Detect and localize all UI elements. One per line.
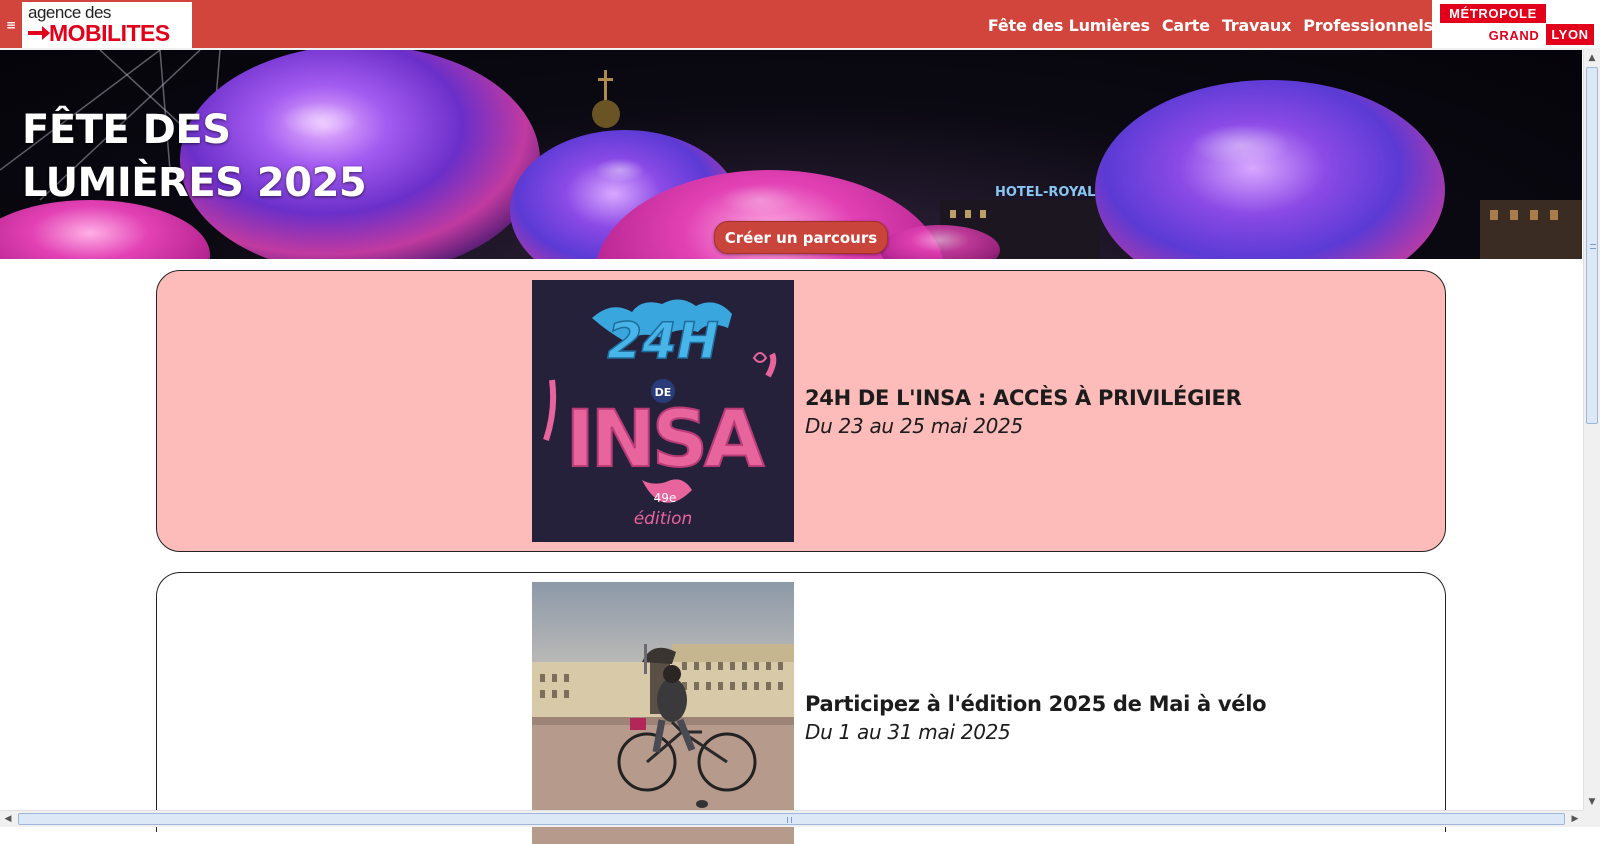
insa-edition-number: 49e xyxy=(654,491,677,505)
event-card-text: 24H DE L'INSA : ACCÈS À PRIVILÉGIER Du 2… xyxy=(805,384,1242,440)
grip-icon xyxy=(1590,244,1596,249)
metropole-grand-lyon-logo[interactable]: MÉTROPOLE GRAND LYON xyxy=(1432,0,1600,48)
agence-des-mobilites-logo[interactable]: agence des MOBILITES xyxy=(22,2,192,48)
nav-link-carte[interactable]: Carte xyxy=(1162,16,1210,35)
insa-main-text: INSA xyxy=(566,395,764,485)
cyclist-photo xyxy=(532,582,794,844)
insa-edition-text: édition xyxy=(634,509,693,529)
main-nav: Fête des Lumières Carte Travaux Professi… xyxy=(988,0,1433,50)
hamburger-menu-icon[interactable]: ≡ xyxy=(0,2,22,48)
event-card-mai-a-velo[interactable]: Participez à l'édition 2025 de Mai à vél… xyxy=(156,572,1446,844)
event-card-insa[interactable]: 24H DE INSA 49e édition 24H DE L'INSA : … xyxy=(156,270,1446,552)
insa-logo-illustration: 24H DE INSA 49e édition xyxy=(532,280,794,542)
arrow-down-icon[interactable]: ▼ xyxy=(1584,794,1600,810)
top-nav-bar: ≡ agence des MOBILITES Fête des Lumières… xyxy=(0,0,1600,50)
scrollbar-corner xyxy=(1583,810,1600,827)
logo-line-2: MOBILITES xyxy=(28,20,186,46)
arrow-left-icon[interactable]: ◀ xyxy=(0,811,16,827)
grand-label: GRAND xyxy=(1488,27,1540,43)
logo-arrow-icon xyxy=(28,26,50,40)
hero-title: FÊTE DES LUMIÈRES 2025 xyxy=(22,107,367,206)
nav-link-travaux[interactable]: Travaux xyxy=(1222,16,1292,35)
event-title[interactable]: Participez à l'édition 2025 de Mai à vél… xyxy=(805,690,1267,718)
arrow-right-icon[interactable]: ▶ xyxy=(1567,811,1583,827)
lyon-label: LYON xyxy=(1546,24,1594,45)
horizontal-scroll-thumb[interactable] xyxy=(18,813,1565,825)
event-date: Du 1 au 31 mai 2025 xyxy=(805,720,1011,744)
arrow-up-icon[interactable]: ▲ xyxy=(1584,50,1600,66)
mai-a-velo-image xyxy=(532,582,794,844)
vertical-scroll-thumb[interactable] xyxy=(1586,67,1598,424)
insa-24h-text: 24H xyxy=(607,312,718,370)
event-card-text: Participez à l'édition 2025 de Mai à vél… xyxy=(805,690,1267,746)
horizontal-scrollbar[interactable]: ◀ ▶ xyxy=(0,810,1583,827)
hero-banner: HOTEL-ROYAL FÊTE DES LUMIÈRES 2025 Créer… xyxy=(0,50,1582,259)
logo-word: MOBILITES xyxy=(49,20,170,46)
insa-event-image: 24H DE INSA 49e édition xyxy=(532,280,794,542)
create-route-button[interactable]: Créer un parcours xyxy=(714,221,888,254)
metropole-label: MÉTROPOLE xyxy=(1440,4,1546,23)
grip-icon xyxy=(787,817,792,823)
event-date: Du 23 au 25 mai 2025 xyxy=(805,414,1023,438)
nav-link-fete-des-lumieres[interactable]: Fête des Lumières xyxy=(988,16,1150,35)
nav-link-professionnels[interactable]: Professionnels xyxy=(1303,16,1433,35)
svg-text:HOTEL-ROYAL: HOTEL-ROYAL xyxy=(995,185,1095,200)
event-title[interactable]: 24H DE L'INSA : ACCÈS À PRIVILÉGIER xyxy=(805,384,1242,412)
vertical-scrollbar[interactable]: ▲ ▼ xyxy=(1583,50,1600,810)
